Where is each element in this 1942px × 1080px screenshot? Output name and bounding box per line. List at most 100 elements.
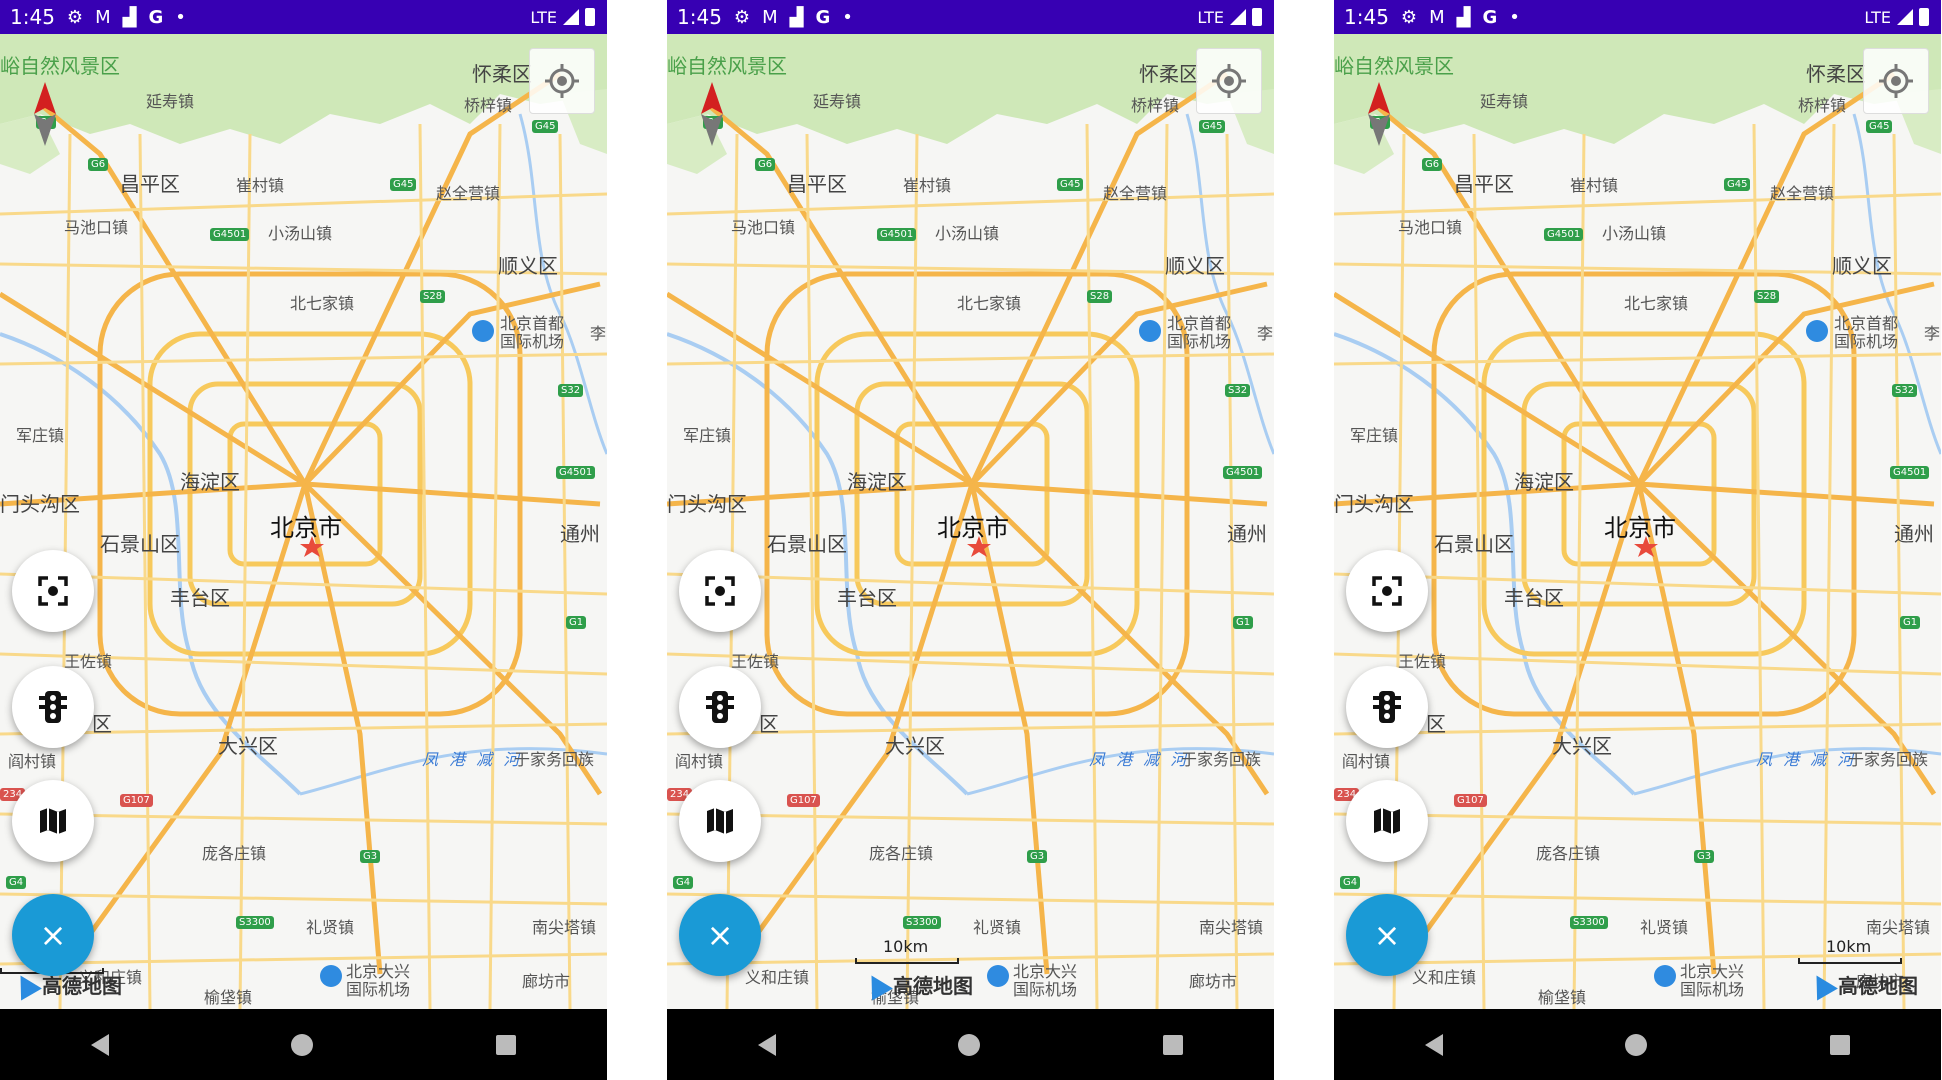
map-label: 崔村镇 (236, 176, 285, 195)
back-icon[interactable] (758, 1033, 777, 1056)
home-icon[interactable] (291, 1033, 314, 1056)
traffic-button[interactable] (679, 666, 761, 748)
screenshot-button[interactable] (12, 550, 94, 632)
back-icon[interactable] (91, 1033, 110, 1056)
road-shield: G45 (532, 120, 559, 133)
screenshot-button[interactable] (679, 550, 761, 632)
map-type-button[interactable] (12, 780, 94, 862)
map-label: 桥梓镇 (464, 96, 513, 115)
road-shield: S3300 (903, 916, 941, 929)
back-icon[interactable] (1425, 1033, 1444, 1056)
traffic-button[interactable] (12, 666, 94, 748)
map-label: 崔村镇 (1570, 176, 1619, 195)
amap-logo-icon (861, 968, 893, 1001)
map-label: 桥梓镇 (1798, 96, 1847, 115)
close-button[interactable]: × (1346, 894, 1428, 976)
map-icon (1374, 808, 1400, 834)
map-view[interactable]: 峪自然风景区 怀柔区 延寿镇 桥梓镇 昌平区 崔村镇 赵全营镇 马池口镇 小汤山… (1334, 34, 1941, 1009)
map-city-label: 北京市 (1604, 514, 1676, 542)
road-shield: S28 (420, 290, 446, 303)
map-label: 阎村镇 (675, 752, 724, 771)
road-shield: G6 (1422, 158, 1443, 171)
locate-button[interactable] (529, 48, 595, 114)
locate-button[interactable] (1863, 48, 1929, 114)
map-label: 李 (590, 324, 607, 343)
map-type-button[interactable] (679, 780, 761, 862)
road-shield: G107 (120, 794, 153, 807)
map-label: 北七家镇 (957, 294, 1022, 313)
road-shield: S3300 (236, 916, 274, 929)
settings-icon: ⚙ (733, 6, 751, 28)
map-label: 礼贤镇 (306, 918, 355, 937)
mail-icon: M (1429, 6, 1445, 28)
network-type: LTE (1864, 7, 1891, 27)
map-label: 赵全营镇 (436, 184, 501, 203)
compass-icon[interactable] (32, 82, 58, 146)
locate-icon (1212, 64, 1246, 98)
map-label: 国际机场 (1013, 980, 1078, 999)
locate-button[interactable] (1196, 48, 1262, 114)
map-label: 海淀区 (847, 470, 907, 494)
amap-logo-icon (10, 968, 42, 1001)
road-shield: G107 (1454, 794, 1487, 807)
recents-icon[interactable] (1829, 1034, 1850, 1055)
traffic-light-icon (39, 691, 67, 723)
road-shield: S32 (1892, 384, 1918, 397)
map-label: 桥梓镇 (1131, 96, 1180, 115)
network-type: LTE (1197, 7, 1224, 27)
home-icon[interactable] (958, 1033, 981, 1056)
map-label: 石景山区 (767, 532, 847, 556)
amap-logo-icon (1806, 968, 1838, 1001)
traffic-button[interactable] (1346, 666, 1428, 748)
map-label: 庞各庄镇 (202, 844, 267, 863)
road-shield: G107 (787, 794, 820, 807)
map-label: 大兴区 (218, 734, 278, 758)
recents-icon[interactable] (1162, 1034, 1183, 1055)
navigation-bar (1334, 1009, 1941, 1080)
map-label: 石景山区 (1434, 532, 1514, 556)
road-shield: G4501 (1544, 228, 1584, 241)
road-shield: G4501 (1890, 466, 1930, 479)
scale-bar: 10km (1798, 937, 1902, 964)
phone-3: 1:45 ⚙ M ▟ G • LTE 峪自然风景区 怀柔区 延寿镇 桥梓镇 昌平… (1334, 0, 1941, 1080)
compass-icon[interactable] (699, 82, 725, 146)
status-bar: 1:45 ⚙ M ▟ G • LTE (0, 0, 607, 34)
road-shield: G45 (1199, 120, 1226, 133)
map-label: 阎村镇 (1342, 752, 1391, 771)
map-label: 庞各庄镇 (869, 844, 934, 863)
map-label: 国际机场 (1167, 332, 1232, 351)
road-shield: G4501 (210, 228, 250, 241)
map-label: 赵全营镇 (1103, 184, 1168, 203)
map-label: 小汤山镇 (1602, 224, 1667, 243)
road-shield: G4501 (556, 466, 596, 479)
map-label: 区 (759, 712, 779, 736)
road-shield: S3300 (1570, 916, 1608, 929)
home-icon[interactable] (1625, 1033, 1648, 1056)
google-icon: G (1482, 6, 1498, 28)
road-shield: G45 (390, 178, 417, 191)
road-shield: G3 (1694, 850, 1715, 863)
signal-off-icon: ▟ (1456, 6, 1471, 28)
map-label: 海淀区 (1514, 470, 1574, 494)
close-button[interactable]: × (12, 894, 94, 976)
status-bar: 1:45 ⚙ M ▟ G • LTE (1334, 0, 1941, 34)
map-label: 大兴区 (885, 734, 945, 758)
recents-icon[interactable] (495, 1034, 516, 1055)
screenshot-button[interactable] (1346, 550, 1428, 632)
focus-screenshot-icon (38, 576, 68, 606)
map-label: 于家务回族 (1181, 750, 1262, 769)
scale-label: 10km (883, 937, 929, 956)
compass-icon[interactable] (1366, 82, 1392, 146)
map-icon (707, 808, 733, 834)
dot-icon: • (842, 6, 853, 28)
mail-icon: M (95, 6, 111, 28)
close-button[interactable]: × (679, 894, 761, 976)
map-label: 南尖塔镇 (532, 918, 597, 937)
map-label: 国际机场 (500, 332, 565, 351)
map-label: 马池口镇 (64, 218, 129, 237)
map-view[interactable]: 峪自然风景区 怀柔区 延寿镇 桥梓镇 昌平区 崔村镇 赵全营镇 马池口镇 小汤山… (667, 34, 1274, 1009)
map-view[interactable]: 峪自然风景区 怀柔区 延寿镇 桥梓镇 昌平区 崔村镇 赵全营镇 马池口镇 小汤山… (0, 34, 607, 1009)
map-label: 于家务回族 (514, 750, 595, 769)
map-type-button[interactable] (1346, 780, 1428, 862)
amap-logo: 高德地图 (861, 968, 973, 1001)
